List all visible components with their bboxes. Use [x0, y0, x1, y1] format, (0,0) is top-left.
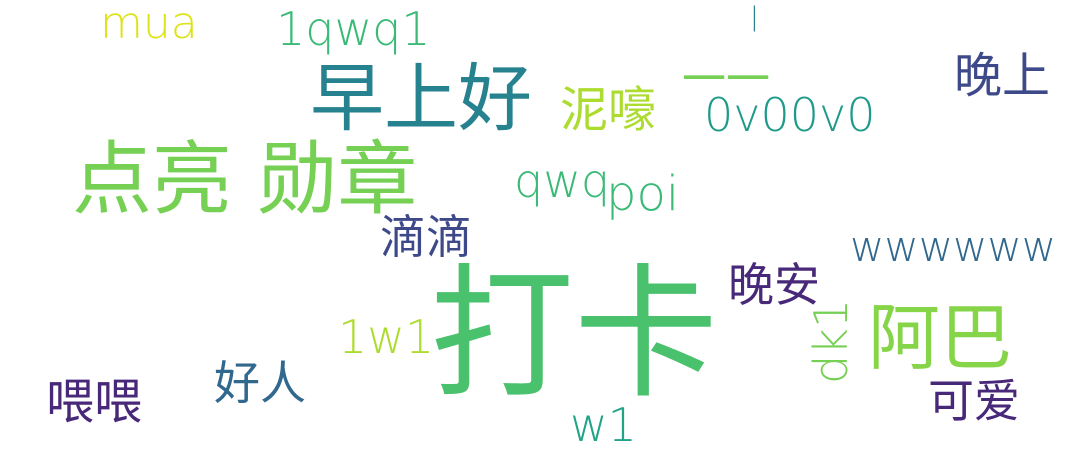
- word-dianliang-xunzhang: 点亮 勋章: [72, 133, 418, 226]
- word-cloud: mua 1qwq1 | 早上好 一一 泥嚎 0v00v0 晚上 点亮 勋章 qw…: [0, 0, 1080, 463]
- word-daka: 打卡: [430, 250, 719, 418]
- word-0v00v0: 0v00v0: [704, 88, 876, 142]
- word-poi: poi: [606, 166, 680, 222]
- word-qwq: qwq: [514, 154, 611, 208]
- word-wwwwww: wwwwww: [850, 222, 1057, 271]
- word-dk1: dk1: [804, 298, 858, 384]
- word-weiwei: 喂喂: [46, 374, 143, 430]
- word-bar: |: [750, 2, 759, 32]
- word-nihao: 泥嚎: [560, 82, 657, 138]
- word-1w1: 1w1: [338, 310, 435, 364]
- word-zaoshanghao: 早上好: [310, 56, 532, 142]
- word-aba: 阿巴: [868, 296, 1013, 380]
- word-w1: w1: [570, 398, 637, 452]
- word-mua: mua: [100, 0, 198, 49]
- word-wanshang: 晚上: [954, 48, 1051, 104]
- word-keai: 可爱: [928, 374, 1020, 428]
- word-1qwq1: 1qwq1: [276, 2, 431, 56]
- word-haoren: 好人: [214, 356, 306, 410]
